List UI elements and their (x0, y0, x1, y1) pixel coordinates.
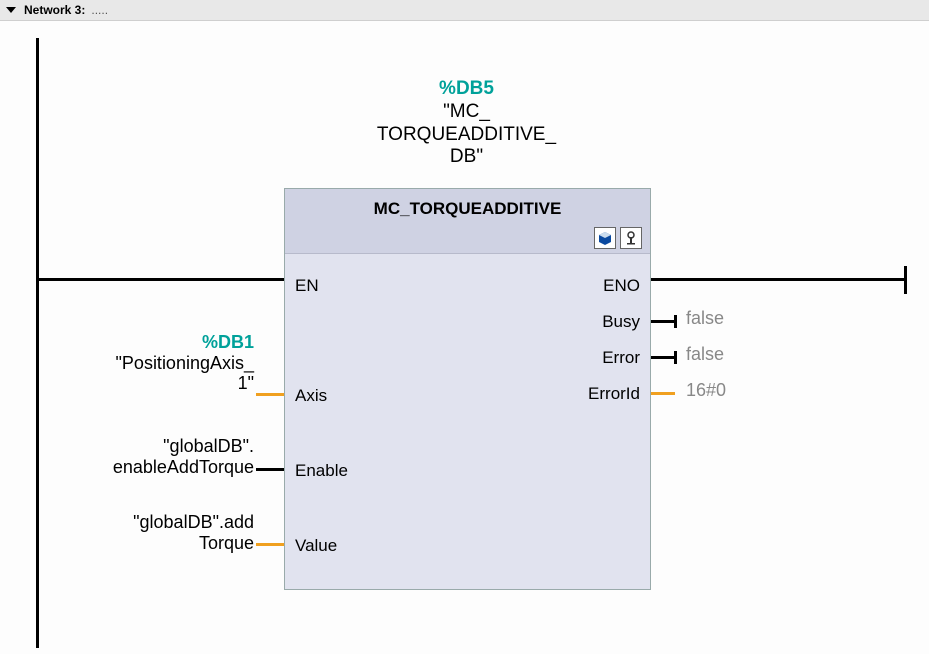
function-block[interactable]: MC_TORQUEADDITIVE EN Axis Enable Value E… (284, 188, 651, 590)
rung-end-cap (904, 266, 907, 294)
value-busy[interactable]: false (686, 308, 724, 329)
port-axis[interactable]: Axis (295, 386, 327, 406)
wire-error (651, 356, 675, 359)
operand-enable-name-l1: "globalDB". (24, 436, 254, 457)
value-errorid[interactable]: 16#0 (686, 380, 726, 401)
port-busy[interactable]: Busy (602, 312, 640, 332)
operand-axis-address: %DB1 (24, 332, 254, 353)
port-errorid[interactable]: ErrorId (588, 384, 640, 404)
rung-wire-left (36, 278, 284, 281)
rung-wire-right (649, 278, 907, 281)
operand-axis[interactable]: %DB1 "PositioningAxis_ 1" (24, 332, 254, 394)
function-block-name: MC_TORQUEADDITIVE (285, 189, 650, 219)
port-enable[interactable]: Enable (295, 461, 348, 481)
instance-db-name-line3: DB" (284, 146, 649, 169)
instance-db-address: %DB5 (284, 78, 649, 101)
wire-value (256, 543, 284, 546)
port-en[interactable]: EN (295, 276, 319, 296)
instance-db-name-line2: TORQUEADDITIVE_ (284, 124, 649, 147)
wire-enable (256, 468, 284, 471)
operand-value-name-l2: Torque (24, 533, 254, 554)
operand-enable[interactable]: "globalDB". enableAddTorque (24, 436, 254, 477)
wire-errorid (651, 392, 675, 395)
operand-value-name-l1: "globalDB".add (24, 512, 254, 533)
collapse-toggle-icon[interactable] (6, 7, 16, 13)
wire-busy (651, 320, 675, 323)
port-value[interactable]: Value (295, 536, 337, 556)
network-subtitle: ..... (91, 3, 108, 17)
port-error[interactable]: Error (602, 348, 640, 368)
value-error[interactable]: false (686, 344, 724, 365)
diagnostics-icon[interactable] (620, 227, 642, 249)
operand-axis-name-l1: "PositioningAxis_ (24, 353, 254, 374)
operand-enable-name-l2: enableAddTorque (24, 457, 254, 478)
instance-db-name-line1: "MC_ (284, 101, 649, 124)
plc-ladder-canvas: { "network": { "title": "Network 3:", "s… (0, 0, 929, 654)
instance-db-label[interactable]: %DB5 "MC_ TORQUEADDITIVE_ DB" (284, 78, 649, 169)
network-title: Network 3: (24, 3, 85, 17)
operand-axis-name-l2: 1" (24, 373, 254, 394)
port-eno[interactable]: ENO (603, 276, 640, 296)
operand-value[interactable]: "globalDB".add Torque (24, 512, 254, 553)
function-block-body: EN Axis Enable Value ENO Busy Error Erro… (285, 254, 650, 589)
open-db-icon[interactable] (594, 227, 616, 249)
wire-axis (256, 393, 284, 396)
network-header[interactable]: Network 3: ..... (0, 0, 929, 21)
function-block-header: MC_TORQUEADDITIVE (285, 189, 650, 254)
